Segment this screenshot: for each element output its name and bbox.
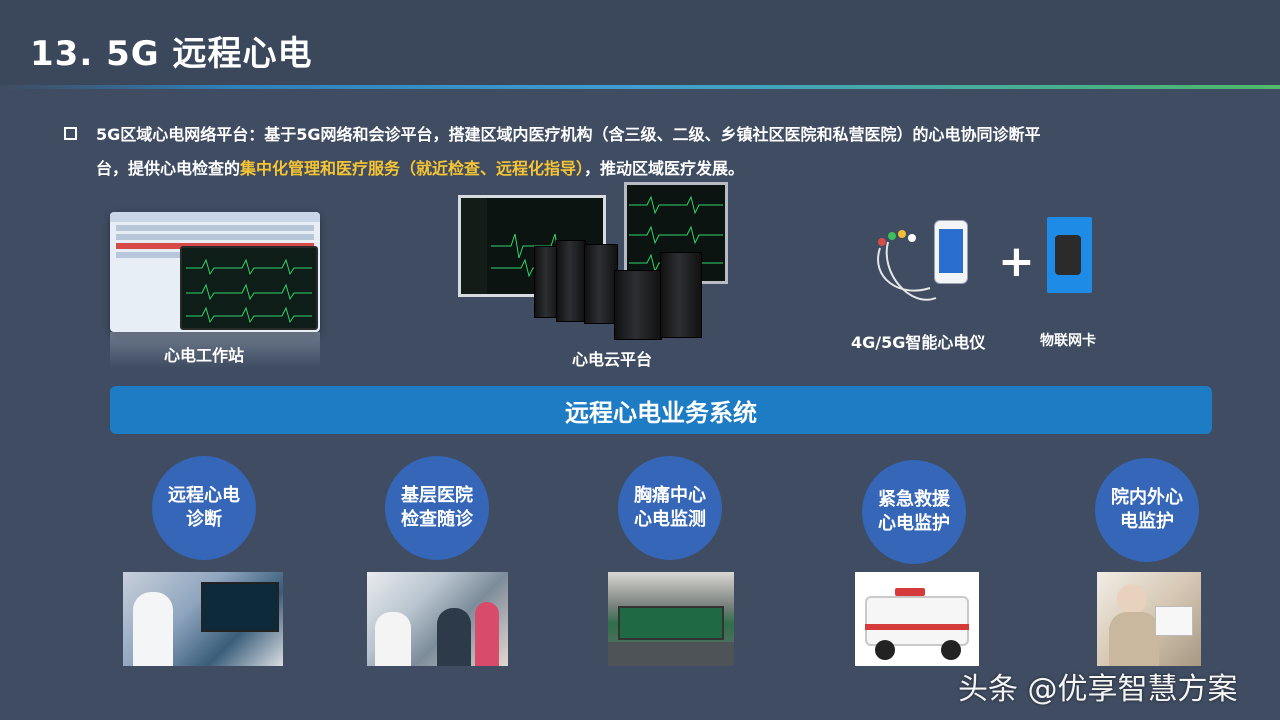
photo-home-monitoring	[1097, 572, 1201, 666]
phone-icon	[934, 220, 968, 284]
ecg-waveform-icon	[186, 258, 312, 324]
service-circle-in-out-hospital: 院内外心电监护	[1095, 458, 1199, 562]
source-watermark: 头条 @优享智慧方案	[958, 672, 1238, 707]
sim-card-image	[1047, 217, 1092, 293]
slide-title: 13. 5G 远程心电	[30, 34, 313, 74]
ecg-screen	[180, 246, 318, 330]
business-system-banner: 远程心电业务系统	[110, 386, 1212, 434]
intro-highlight: 集中化管理和医疗服务（就近检查、远程化指导）	[240, 159, 585, 178]
title-divider	[0, 85, 1280, 89]
workstation-label: 心电工作站	[164, 346, 245, 365]
service-circle-emergency: 紧急救援心电监护	[862, 460, 966, 564]
slide-header: 13. 5G 远程心电	[0, 0, 1280, 86]
intro-line-2-start: 台，提供心电检查的	[96, 159, 241, 178]
intro-paragraph: 5G区域心电网络平台：基于5G网络和会诊平台，搭建区域内医疗机构（含三级、二级、…	[64, 118, 1214, 186]
server-rack-icon	[614, 270, 662, 340]
sim-card-label: 物联网卡	[1040, 333, 1096, 349]
cloud-platform-label: 心电云平台	[572, 350, 653, 369]
plus-icon: +	[998, 236, 1035, 287]
photo-remote-diagnosis	[123, 572, 283, 666]
photo-ambulance	[855, 572, 979, 666]
intro-line-1: 5G区域心电网络平台：基于5G网络和会诊平台，搭建区域内医疗机构（含三级、二级、…	[96, 125, 1041, 144]
ecg-lead-wires-icon	[877, 230, 937, 301]
smart-ecg-device-label: 4G/5G智能心电仪	[851, 333, 986, 352]
server-rack-icon	[660, 252, 702, 338]
workstation-image	[110, 212, 320, 332]
intro-line-2: 台，提供心电检查的集中化管理和医疗服务（就近检查、远程化指导），推动区域医疗发展…	[64, 152, 1214, 186]
service-circle-chest-pain: 胸痛中心心电监测	[618, 456, 722, 560]
smart-ecg-device-image	[870, 218, 972, 316]
server-rack-icon	[556, 240, 586, 322]
photo-chest-pain-center	[608, 572, 734, 666]
square-bullet-icon	[64, 127, 77, 140]
service-circle-primary-followup: 基层医院检查随诊	[385, 456, 489, 560]
server-rack-icon	[584, 244, 618, 324]
photo-primary-followup	[367, 572, 508, 666]
sim-chip-icon	[1055, 235, 1081, 275]
service-circle-remote-diagnosis: 远程心电诊断	[152, 456, 256, 560]
intro-line-2-end: ，推动区域医疗发展。	[584, 159, 745, 178]
